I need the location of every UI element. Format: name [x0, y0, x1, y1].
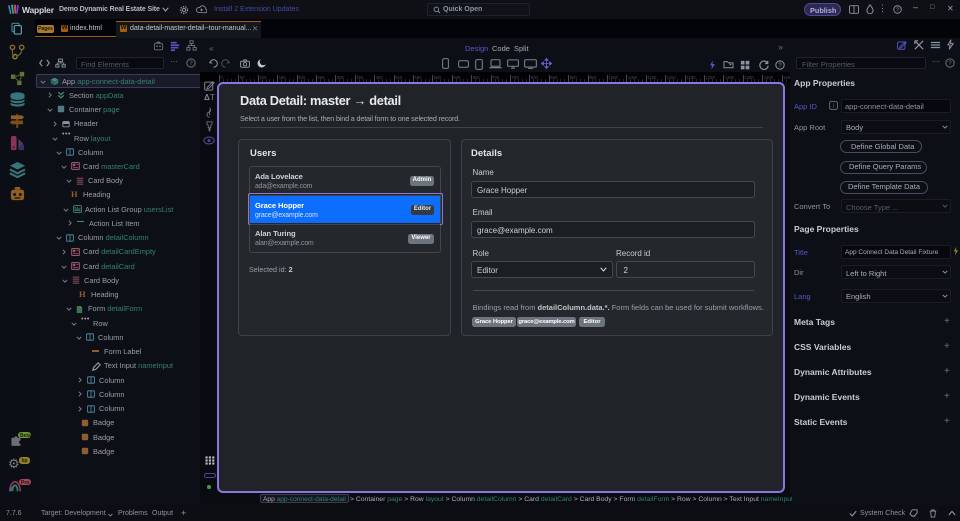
svg-text:i: i — [833, 103, 835, 109]
svg-text:?: ? — [948, 60, 952, 67]
